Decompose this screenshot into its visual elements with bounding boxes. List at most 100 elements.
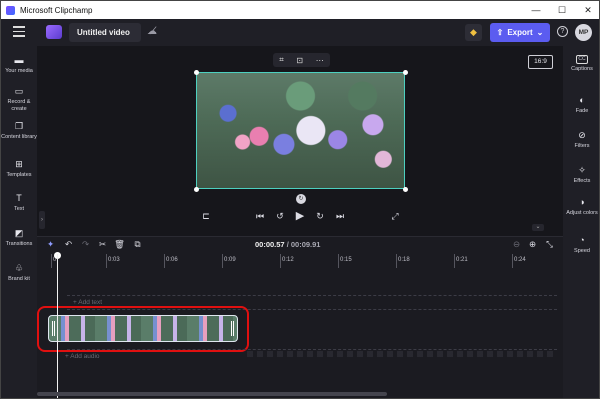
- resize-handle[interactable]: [403, 70, 408, 75]
- resize-handle[interactable]: [403, 187, 408, 192]
- fullscreen-icon[interactable]: ⤢: [389, 210, 401, 222]
- playhead[interactable]: [57, 254, 58, 398]
- brand-kit-icon: ♧: [14, 263, 24, 273]
- ruler-label: 0:09: [224, 257, 236, 263]
- track-divider: [67, 295, 557, 296]
- play-icon[interactable]: ▶: [294, 210, 306, 222]
- title-bar: Microsoft Clipchamp — ☐ ✕: [1, 1, 599, 19]
- menu-icon[interactable]: [13, 26, 25, 37]
- rotate-handle-icon[interactable]: ↻: [296, 194, 306, 204]
- filters-icon: ⊘: [578, 130, 586, 140]
- current-time: 00:00.57: [255, 240, 285, 249]
- text-icon: T: [16, 193, 22, 203]
- timeline-scrollbar[interactable]: [37, 392, 387, 396]
- project-title-input[interactable]: Untitled video: [69, 23, 141, 42]
- zoom-in-icon[interactable]: ⊕: [527, 239, 538, 250]
- fit-icon[interactable]: ⊡: [296, 56, 303, 65]
- collapse-right-panel-icon[interactable]: ⌄: [532, 224, 544, 231]
- sidebar-item-label: Speed: [574, 248, 590, 254]
- sidebar-item-text[interactable]: T Text: [1, 193, 37, 213]
- speed-icon: ◔: [579, 235, 585, 245]
- timecode: 00:00.57 / 00:09.91: [255, 240, 320, 249]
- clipchamp-logo-icon: [6, 5, 15, 15]
- window-title: Microsoft Clipchamp: [20, 5, 93, 15]
- aspect-ratio-button[interactable]: 16:9: [528, 55, 553, 69]
- undo-icon[interactable]: ↶: [63, 239, 74, 250]
- upload-icon: ⇧: [496, 28, 504, 37]
- sidebar-item-label: Filters: [574, 143, 590, 149]
- resize-handle[interactable]: [194, 70, 199, 75]
- captions-icon: CC: [576, 55, 588, 64]
- preview-panel: ⌗ ⊡ ⋯ 16:9 ↻ ⊏ ⏮ ↺ ▶ ↻ ⏭ ⤢: [37, 46, 563, 236]
- sidebar-item-adjust-colors[interactable]: ◑ Adjust colors: [563, 197, 599, 217]
- add-text-track[interactable]: + Add text: [73, 299, 102, 306]
- delete-icon[interactable]: 🗑: [114, 239, 125, 250]
- sidebar-item-label: Effects: [573, 178, 591, 184]
- zoom-out-icon[interactable]: ⊖: [511, 239, 522, 250]
- cloud-sync-off-icon[interactable]: ☁̸: [147, 26, 161, 38]
- templates-icon: ⊞: [15, 159, 23, 169]
- sidebar-item-label: Brand kit: [8, 276, 30, 282]
- sidebar-item-label: Record & create: [7, 99, 31, 112]
- premium-diamond-icon[interactable]: ◆: [465, 24, 482, 41]
- total-time: / 00:09.91: [286, 240, 321, 249]
- add-audio-track[interactable]: + Add audio: [65, 353, 100, 360]
- skip-back-icon[interactable]: ⏮: [254, 210, 266, 222]
- audio-placeholder: [247, 351, 557, 357]
- forward-5s-icon[interactable]: ↻: [314, 210, 326, 222]
- clipchamp-window: Microsoft Clipchamp — ☐ ✕ Untitled video…: [0, 0, 600, 399]
- sidebar-item-label: Transitions: [5, 241, 33, 247]
- timeline-panel: ✦ ↶ ↷ ✂ 🗑 ⧉ 00:00.57 / 00:09.91 ⊖ ⊕ ⤡ 0 …: [37, 236, 563, 398]
- camera-icon: ▭: [14, 86, 24, 96]
- ruler-label: 0:15: [340, 257, 352, 263]
- preview-toolbar: ⌗ ⊡ ⋯: [273, 53, 330, 67]
- sidebar-item-label: Adjust colors: [566, 210, 598, 216]
- sidebar-item-fade[interactable]: ◐ Fade: [563, 95, 599, 115]
- ruler-label: 0:03: [108, 257, 120, 263]
- library-icon: ❐: [14, 121, 24, 131]
- sidebar-item-filters[interactable]: ⊘ Filters: [563, 130, 599, 150]
- crop-icon[interactable]: ⌗: [279, 55, 284, 65]
- ruler-label: 0:18: [398, 257, 410, 263]
- sidebar-item-content-library[interactable]: ❐ Content library: [1, 121, 37, 141]
- sidebar-item-record-create[interactable]: ▭ Record & create: [1, 86, 37, 112]
- app-header: Untitled video ☁̸ ◆ ⇧ Export ⌄ ? MP: [1, 19, 599, 46]
- video-preview[interactable]: [196, 72, 405, 189]
- right-sidebar: CC Captions ◐ Fade ⊘ Filters ✧ Effects ◑…: [563, 46, 599, 398]
- duplicate-icon[interactable]: ⧉: [132, 239, 143, 250]
- sidebar-item-captions[interactable]: CC Captions: [563, 55, 599, 73]
- split-icon[interactable]: ✂: [97, 239, 108, 250]
- chevron-down-icon: ⌄: [536, 28, 544, 37]
- clip-highlight-outline: [37, 306, 249, 352]
- sidebar-item-transitions[interactable]: ◩ Transitions: [1, 228, 37, 248]
- avatar[interactable]: MP: [575, 24, 592, 41]
- sidebar-item-templates[interactable]: ⊞ Templates: [1, 159, 37, 179]
- resize-handle[interactable]: [194, 187, 199, 192]
- close-button[interactable]: ✕: [575, 1, 599, 19]
- export-button[interactable]: ⇧ Export ⌄: [490, 23, 550, 42]
- sidebar-item-effects[interactable]: ✧ Effects: [563, 165, 599, 185]
- expand-left-panel-icon[interactable]: ›: [39, 211, 45, 229]
- effects-icon: ✧: [578, 165, 586, 175]
- left-sidebar: ▬ Your media ▭ Record & create ❐ Content…: [1, 46, 37, 398]
- help-icon[interactable]: ?: [557, 26, 568, 37]
- skip-forward-icon[interactable]: ⏭: [334, 210, 346, 222]
- sidebar-item-speed[interactable]: ◔ Speed: [563, 235, 599, 255]
- rewind-5s-icon[interactable]: ↺: [274, 210, 286, 222]
- ruler-label: 0:21: [456, 257, 468, 263]
- timeline-ruler[interactable]: 0 0:03 0:06 0:09 0:12 0:15 0:18 0:21 0:2…: [37, 254, 563, 268]
- split-screen-icon[interactable]: ⊏: [200, 210, 212, 222]
- sidebar-item-your-media[interactable]: ▬ Your media: [1, 55, 37, 75]
- magic-icon[interactable]: ✦: [45, 239, 56, 250]
- sidebar-item-brand-kit[interactable]: ♧ Brand kit: [1, 263, 37, 283]
- ruler-label: 0:12: [282, 257, 294, 263]
- maximize-button[interactable]: ☐: [549, 1, 575, 19]
- adjust-colors-icon: ◑: [579, 197, 585, 207]
- minimize-button[interactable]: —: [523, 1, 549, 19]
- sidebar-item-label: Templates: [6, 172, 32, 178]
- sidebar-item-label: Content library: [1, 134, 37, 140]
- more-options-icon[interactable]: ⋯: [316, 56, 324, 65]
- redo-icon[interactable]: ↷: [80, 239, 91, 250]
- ruler-label: 0:06: [166, 257, 178, 263]
- fit-timeline-icon[interactable]: ⤡: [544, 239, 555, 250]
